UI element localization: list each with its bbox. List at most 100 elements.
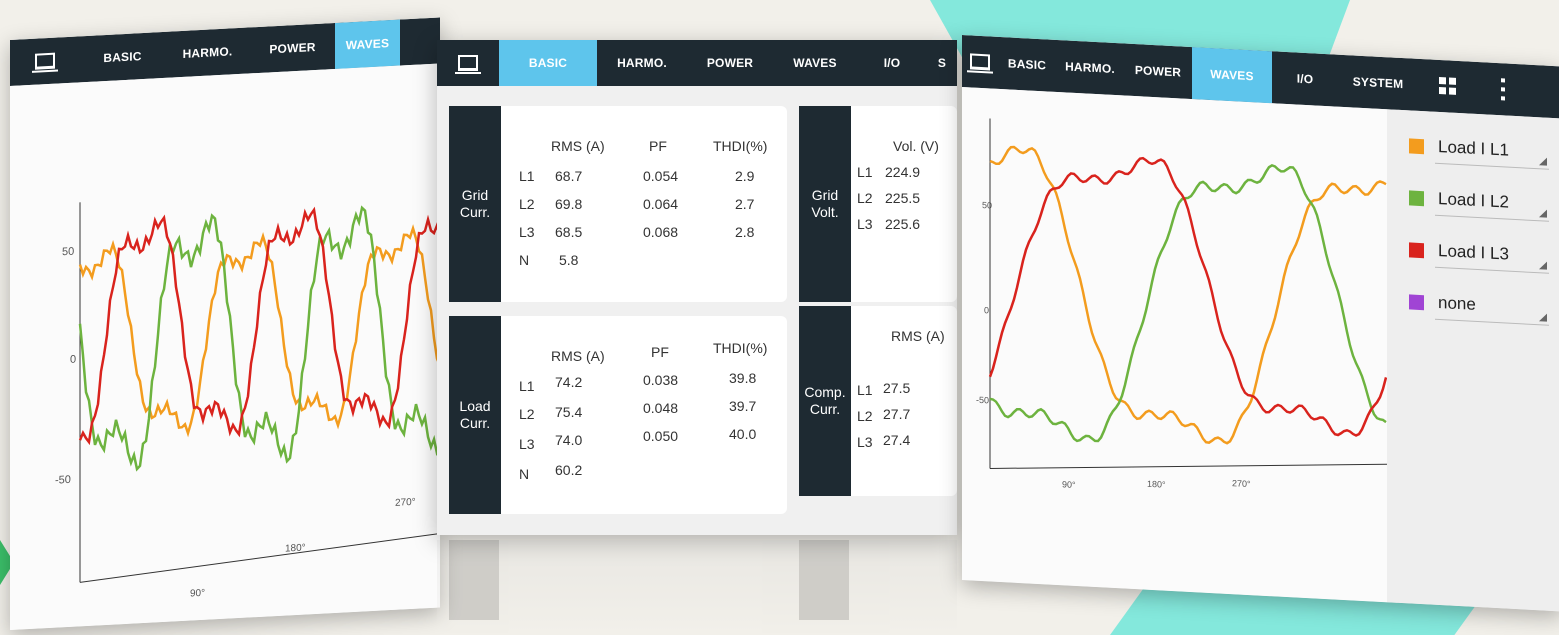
x-tick-label: 90°	[190, 588, 205, 600]
y-tick-label: 0	[70, 354, 76, 366]
panel-reflection	[437, 540, 957, 635]
dropdown-arrow-icon	[1539, 157, 1547, 166]
x-axis	[989, 463, 1388, 469]
rms-value: 27.4	[883, 432, 911, 448]
card-title: Grid	[811, 187, 839, 203]
dropdown-arrow-icon	[1539, 209, 1547, 218]
phase-label: L3	[857, 216, 873, 232]
card-subtitle: Curr.	[459, 415, 491, 431]
home-button[interactable]	[437, 40, 499, 86]
pf-value: 0.038	[643, 372, 679, 388]
series-label: none	[1438, 292, 1476, 314]
tab-power[interactable]: POWER	[1124, 43, 1192, 99]
waves-panel-right: BASIC HARMO. POWER WAVES I/O SYSTEM 50 0…	[962, 35, 1559, 612]
thdi-value: 39.8	[729, 370, 757, 386]
laptop-icon	[455, 55, 481, 74]
series-load-l1-line	[78, 224, 440, 438]
phase-label: N	[519, 252, 530, 268]
rms-value: 5.8	[559, 252, 579, 268]
y-tick-label: -50	[976, 395, 989, 406]
column-header: PF	[649, 138, 667, 154]
grid-menu-button[interactable]	[1418, 59, 1478, 114]
reflection-bar	[449, 540, 499, 620]
waves-panel-left: BASIC HARMO. POWER WAVES 50 0 -50 90° 18…	[10, 17, 440, 630]
home-button[interactable]	[962, 35, 998, 89]
x-tick-label: 90°	[1062, 479, 1076, 490]
thdi-value: 2.8	[735, 224, 755, 240]
phase-label: L1	[857, 382, 873, 398]
tab-basic[interactable]: BASIC	[80, 32, 165, 82]
rms-value: 68.5	[555, 224, 583, 240]
comp-current-card: Comp. Curr. RMS (A) L1 27.5 L2 27.7 L3 2…	[799, 306, 957, 496]
waveform-plot: 50 0 -50 90° 180° 270°	[10, 63, 440, 630]
tab-system[interactable]: SYSTEM	[1338, 55, 1418, 111]
y-tick-label: 50	[982, 200, 992, 211]
tab-waves[interactable]: WAVES	[335, 19, 400, 69]
tab-waves[interactable]: WAVES	[773, 40, 857, 86]
rms-value: 69.8	[555, 196, 583, 212]
column-header: RMS (A)	[551, 348, 605, 364]
phase-label: N	[519, 466, 530, 482]
home-button[interactable]	[10, 36, 80, 86]
tab-io[interactable]: I/O	[1272, 51, 1338, 106]
dropdown-arrow-icon	[1539, 261, 1547, 270]
rms-value: 68.7	[555, 168, 583, 184]
thdi-value: 2.7	[735, 196, 755, 212]
tab-basic[interactable]: BASIC	[499, 40, 597, 86]
tab-power[interactable]: POWER	[687, 40, 773, 86]
color-swatch	[1409, 189, 1424, 206]
series-select-2[interactable]: Load I L2	[1409, 180, 1549, 222]
grid-voltage-label: Grid Volt.	[799, 106, 851, 302]
tab-harmo[interactable]: HARMO.	[597, 40, 687, 86]
series-select-1[interactable]: Load I L1	[1409, 128, 1549, 170]
thdi-value: 2.9	[735, 168, 755, 184]
y-tick-label: -50	[55, 474, 71, 487]
x-axis	[79, 532, 440, 583]
voltage-value: 225.5	[885, 190, 921, 206]
column-header: THDI(%)	[713, 138, 768, 154]
color-swatch	[1409, 137, 1424, 154]
grid-current-label: Grid Curr.	[449, 106, 501, 302]
card-subtitle: Curr.	[809, 401, 841, 417]
rms-value: 75.4	[555, 404, 583, 420]
column-header: Vol. (V)	[893, 138, 939, 154]
grid-voltage-card: Grid Volt. Vol. (V) L1 224.9 L2 225.5 L3…	[799, 106, 957, 302]
comp-current-table: RMS (A) L1 27.5 L2 27.7 L3 27.4	[851, 306, 957, 496]
waveform-plot: 50 0 -50 90° 180° 270°	[962, 87, 1388, 603]
tab-harmo[interactable]: HARMO.	[165, 27, 250, 77]
more-menu-button[interactable]	[1478, 62, 1528, 117]
column-header: PF	[651, 344, 669, 360]
series-select-4[interactable]: none	[1409, 284, 1549, 326]
color-swatch	[1409, 293, 1424, 310]
waveform-chart: 50 0 -50 90° 180° 270°	[976, 118, 1388, 490]
waveform-chart: 50 0 -50 90° 180° 270°	[55, 202, 440, 600]
tab-system[interactable]: S	[927, 40, 957, 86]
reflection-bar	[799, 540, 849, 620]
card-title: Load	[459, 398, 491, 414]
rms-value: 27.5	[883, 380, 911, 396]
navbar: BASIC HARMO. POWER WAVES I/O S	[437, 40, 957, 86]
phase-label: L1	[519, 168, 535, 184]
grid-current-table: RMS (A) PF THDI(%) L1 68.7 0.054 2.9 L2 …	[501, 106, 787, 302]
tab-harmo[interactable]: HARMO.	[1056, 40, 1124, 96]
rms-value: 27.7	[883, 406, 911, 422]
column-header: RMS (A)	[891, 328, 945, 344]
x-tick-label: 270°	[1232, 478, 1251, 489]
series-select-3[interactable]: Load I L3	[1409, 232, 1549, 274]
tab-power[interactable]: POWER	[250, 23, 335, 73]
load-current-label: Load Curr.	[449, 316, 501, 514]
y-tick-label: 0	[984, 305, 989, 315]
grid-voltage-table: Vol. (V) L1 224.9 L2 225.5 L3 225.6	[851, 106, 957, 302]
card-title: Grid	[461, 187, 489, 203]
phase-label: L2	[857, 408, 873, 424]
dropdown-arrow-icon	[1539, 313, 1547, 322]
tab-waves[interactable]: WAVES	[1192, 47, 1272, 104]
pf-value: 0.068	[643, 224, 679, 240]
load-current-table: RMS (A) PF THDI(%) L1 74.2 0.038 39.8 L2…	[501, 316, 787, 514]
phase-label: L3	[519, 224, 535, 240]
laptop-icon	[35, 52, 55, 70]
series-label: Load I L3	[1438, 240, 1509, 264]
tab-basic[interactable]: BASIC	[998, 37, 1056, 92]
series-load-l2-line	[989, 163, 1387, 443]
tab-io[interactable]: I/O	[857, 40, 927, 86]
